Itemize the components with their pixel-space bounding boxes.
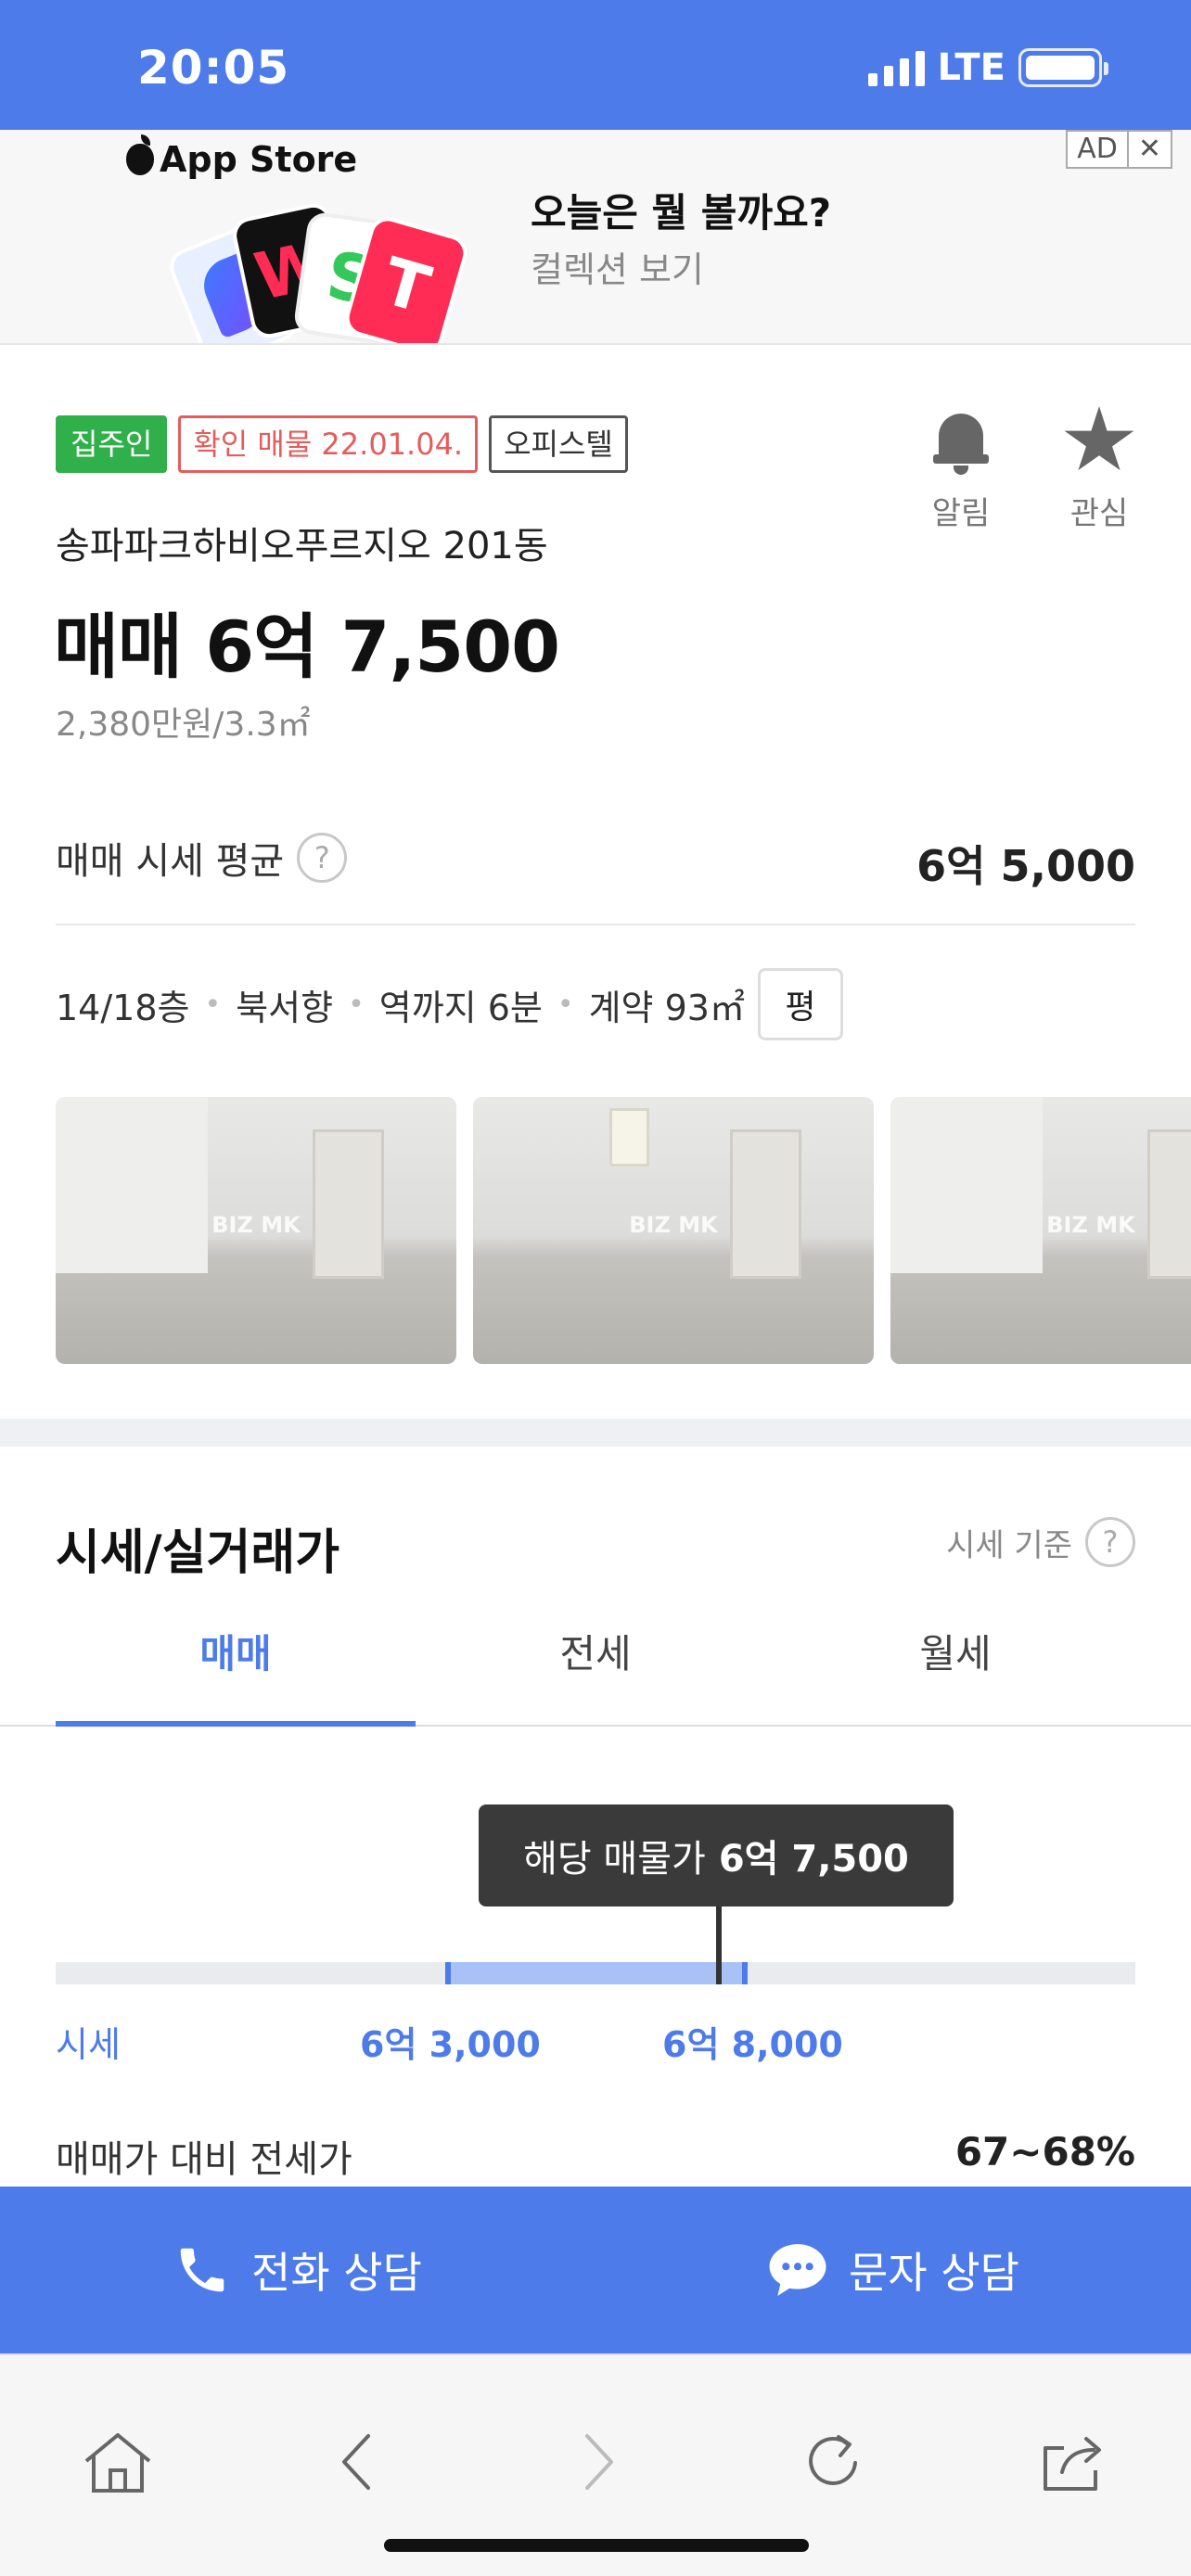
bell-icon (933, 406, 989, 477)
favorite-button[interactable]: 관심 (1044, 406, 1155, 533)
help-icon[interactable]: ? (1085, 1517, 1135, 1567)
average-price-label: 매매 시세 평균 ? (56, 831, 348, 885)
home-indicator (384, 2539, 809, 2552)
listing-tags: 집주인 확인 매물 22.01.04. 오피스텔 (56, 415, 628, 473)
help-icon[interactable]: ? (297, 833, 348, 883)
average-price-value: 6억 5,000 (916, 841, 1135, 891)
station-spec: 역까지 6분 (378, 987, 543, 1028)
direction-spec: 북서향 (236, 987, 334, 1028)
call-button[interactable]: 전화 상담 (0, 2187, 596, 2353)
property-type-tag: 오피스텔 (489, 415, 628, 473)
listing-photo[interactable]: BIZ MK (473, 1097, 874, 1364)
network-type: LTE (937, 46, 1005, 89)
listing-price-tooltip: 해당 매물가 6억 7,500 (479, 1804, 954, 1906)
message-label: 문자 상담 (849, 2248, 1019, 2298)
forward-icon[interactable] (557, 2420, 640, 2504)
tab-monthly-rent[interactable]: 월세 (775, 1613, 1135, 1727)
building-name: 송파파크하비오푸르지오 201동 (56, 525, 548, 567)
ad-badge: AD ✕ (1066, 130, 1172, 169)
back-icon[interactable] (315, 2420, 399, 2504)
photo-watermark: BIZ MK (211, 1212, 301, 1238)
separator-dot: • (348, 988, 365, 1021)
price-basis-link[interactable]: 시세 기준 ? (946, 1517, 1135, 1567)
alert-button[interactable]: 알림 (905, 406, 1017, 533)
range-low-value: 6억 3,000 (360, 2024, 541, 2065)
tooltip-value: 6억 7,500 (718, 1838, 909, 1881)
phone-icon (173, 2241, 231, 2299)
separator-dot: • (204, 988, 222, 1021)
unit-price: 2,380만원/3.3㎡ (56, 706, 311, 744)
apple-logo-icon (126, 134, 154, 175)
status-time: 20:05 (137, 41, 290, 95)
section-divider (0, 1419, 1191, 1447)
market-section-title: 시세/실거래가 (56, 1525, 340, 1581)
listing-photo[interactable]: BIZ MK (890, 1097, 1191, 1364)
home-icon[interactable] (76, 2420, 160, 2504)
alert-label: 알림 (931, 495, 991, 532)
star-icon (1064, 406, 1134, 471)
status-bar: 20:05 LTE (0, 0, 1191, 130)
share-icon[interactable] (1031, 2420, 1115, 2504)
ad-title: 오늘은 뭘 볼까요? (531, 190, 832, 236)
ad-subtitle[interactable]: 컬렉션 보기 (531, 241, 704, 292)
average-price-row: 매매 시세 평균 ? 6억 5,000 (56, 823, 1135, 925)
signal-icon (867, 49, 925, 86)
ad-label: AD (1077, 133, 1118, 165)
separator-dot: • (557, 988, 574, 1021)
price-range-fill (445, 1962, 748, 1984)
tooltip-label: 해당 매물가 (523, 1838, 706, 1881)
listing-photo[interactable]: BIZ MK (56, 1097, 456, 1364)
favorite-label: 관심 (1069, 495, 1129, 532)
ad-close-icon[interactable]: ✕ (1126, 132, 1171, 167)
message-button[interactable]: 문자 상담 (596, 2187, 1191, 2353)
photo-watermark: BIZ MK (629, 1212, 718, 1238)
listing-price-marker (716, 1906, 722, 1984)
deal-type-tabs: 매매 전세 월세 (0, 1613, 1191, 1727)
photo-carousel[interactable]: BIZ MK BIZ MK BIZ MK (56, 1097, 1191, 1364)
chat-bubble-icon (767, 2241, 828, 2299)
tab-jeonse[interactable]: 전세 (416, 1613, 775, 1727)
battery-icon (1018, 48, 1108, 87)
contact-bar: 전화 상담 문자 상담 (0, 2187, 1191, 2353)
listing-price: 매매 6억 7,500 (54, 606, 560, 688)
confirmed-listing-tag: 확인 매물 22.01.04. (178, 415, 479, 473)
floor-spec: 14/18층 (56, 987, 190, 1028)
tab-sale[interactable]: 매매 (56, 1613, 416, 1727)
area-spec: 계약 93㎡ (588, 987, 745, 1028)
average-price-text: 매매 시세 평균 (56, 840, 285, 883)
photo-watermark: BIZ MK (1046, 1212, 1135, 1238)
reload-icon[interactable] (792, 2420, 876, 2504)
jeonse-ratio-value: 67~68% (954, 2129, 1135, 2174)
price-basis-text: 시세 기준 (946, 1526, 1072, 1564)
range-high-value: 6억 8,000 (662, 2024, 843, 2065)
ad-store-text: App Store (160, 139, 358, 180)
spec-row: 14/18층 • 북서향 • 역까지 6분 • 계약 93㎡ 평 (56, 968, 843, 1040)
jeonse-ratio-label: 매매가 대비 전세가 (56, 2138, 352, 2181)
call-label: 전화 상담 (251, 2248, 422, 2298)
app-store-label: App Store (126, 134, 358, 180)
unit-toggle-button[interactable]: 평 (757, 968, 843, 1040)
status-indicators: LTE (867, 46, 1108, 89)
ad-app-cards: W S T (164, 200, 472, 343)
ad-banner[interactable]: App Store W S T 오늘은 뭘 볼까요? 컬렉션 보기 AD ✕ (0, 130, 1191, 345)
range-label: 시세 (56, 2024, 121, 2065)
owner-tag: 집주인 (56, 415, 168, 473)
